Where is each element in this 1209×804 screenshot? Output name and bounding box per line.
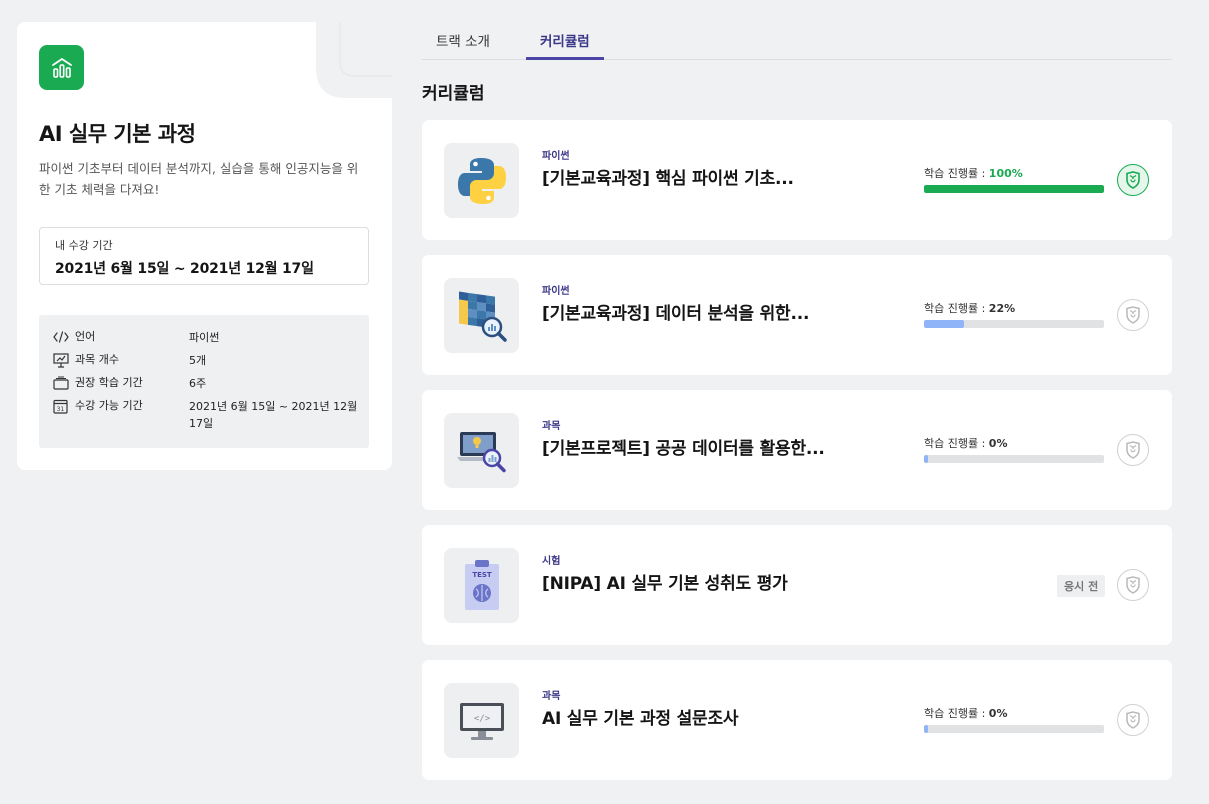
info-label: 수강 가능 기간 (75, 399, 143, 412)
progress-value: 100% (988, 167, 1023, 180)
course-type: 시험 (542, 556, 561, 567)
course-title[interactable]: [기본교육과정] 데이터 분석을 위한... (542, 299, 809, 324)
shield-icon (1117, 704, 1149, 736)
progress-bar (924, 725, 1104, 733)
presentation-icon (53, 352, 75, 368)
tab-track-intro[interactable]: 트랙 소개 (436, 30, 490, 60)
monitor-code-icon: </> (459, 702, 504, 740)
progress-prefix: 학습 진행률 : (924, 437, 989, 450)
calendar-stack-icon (53, 375, 75, 391)
svg-text:TEST: TEST (472, 571, 492, 579)
info-value: 6주 (189, 377, 207, 390)
course-thumbnail (444, 278, 519, 353)
exam-status-badge: 응시 전 (1057, 575, 1106, 597)
info-value: 5개 (189, 354, 207, 367)
course-type: 파이썬 (542, 286, 570, 297)
info-row-course-count: 과목 개수 5개 (53, 352, 369, 375)
course-type: 파이썬 (542, 151, 570, 162)
track-details: 언어 파이썬 과목 개수 5개 권장 학습 기간 6주 31 수강 가능 기간 … (39, 315, 369, 448)
shield-icon (1117, 434, 1149, 466)
course-card[interactable]: 과목 [기본프로젝트] 공공 데이터를 활용한... 학습 진행률 : 0% (422, 390, 1172, 510)
progress-value: 0% (988, 707, 1008, 720)
data-table-magnifier-icon (458, 291, 507, 342)
progress-prefix: 학습 진행률 : (924, 302, 989, 315)
monitor-idea-magnifier-icon (456, 431, 506, 472)
progress-label: 학습 진행률 : 0% (924, 705, 1007, 721)
progress-bar (924, 320, 1104, 328)
progress-fill (924, 185, 1104, 193)
bar-chart-house-icon (51, 57, 72, 78)
info-row-available-period: 31 수강 가능 기간 2021년 6월 15일 ~ 2021년 12월 17일 (53, 398, 369, 438)
course-thumbnail: TEST (444, 548, 519, 623)
progress-prefix: 학습 진행률 : (924, 167, 989, 180)
course-thumbnail (444, 413, 519, 488)
test-clipboard-icon: TEST (464, 559, 499, 610)
tab-bar: 트랙 소개 커리큘럼 (422, 22, 1172, 60)
svg-text:31: 31 (57, 406, 65, 413)
progress-bar (924, 185, 1104, 193)
course-title[interactable]: [기본프로젝트] 공공 데이터를 활용한... (542, 434, 825, 459)
progress-value: 0% (988, 437, 1008, 450)
course-thumbnail (444, 143, 519, 218)
track-title: AI 실무 기본 과정 (39, 122, 196, 146)
enrollment-period-box: 내 수강 기간 2021년 6월 15일 ~ 2021년 12월 17일 (39, 227, 369, 285)
code-icon (53, 329, 75, 345)
progress-fill (924, 455, 928, 463)
progress-fill (924, 320, 964, 328)
page-curl-decoration (316, 22, 392, 98)
course-title[interactable]: [NIPA] AI 실무 기본 성취도 평가 (542, 569, 788, 594)
course-title[interactable]: AI 실무 기본 과정 설문조사 (542, 704, 739, 729)
period-value: 2021년 6월 15일 ~ 2021년 12월 17일 (55, 261, 314, 277)
course-type: 과목 (542, 691, 561, 702)
tab-curriculum[interactable]: 커리큘럼 (526, 30, 604, 60)
course-card[interactable]: </> 과목 AI 실무 기본 과정 설문조사 학습 진행률 : 0% (422, 660, 1172, 780)
info-value: 파이썬 (189, 331, 220, 344)
progress-label: 학습 진행률 : 0% (924, 435, 1007, 451)
info-label: 언어 (75, 330, 96, 343)
period-label: 내 수강 기간 (55, 239, 113, 252)
course-type: 과목 (542, 421, 561, 432)
progress-fill (924, 725, 928, 733)
section-title: 커리큘럼 (422, 84, 485, 104)
track-description: 파이썬 기초부터 데이터 분석까지, 실습을 통해 인공지능을 위한 기초 체력… (39, 161, 359, 197)
track-logo (39, 45, 84, 90)
svg-text:</>: </> (473, 714, 490, 724)
shield-icon (1117, 299, 1149, 331)
progress-label: 학습 진행률 : 100% (924, 165, 1023, 181)
info-value: 2021년 6월 15일 ~ 2021년 12월 17일 (189, 400, 358, 430)
progress-bar (924, 455, 1104, 463)
progress-label: 학습 진행률 : 22% (924, 300, 1015, 316)
calendar-31-icon: 31 (53, 398, 75, 414)
course-card[interactable]: 파이썬 [기본교육과정] 데이터 분석을 위한... 학습 진행률 : 22% (422, 255, 1172, 375)
python-logo-icon (457, 157, 506, 204)
info-label: 과목 개수 (75, 353, 119, 366)
course-title[interactable]: [기본교육과정] 핵심 파이썬 기초... (542, 164, 794, 189)
course-thumbnail: </> (444, 683, 519, 758)
completed-shield-icon (1117, 164, 1149, 196)
progress-value: 22% (988, 302, 1016, 315)
progress-prefix: 학습 진행률 : (924, 707, 989, 720)
shield-icon (1117, 569, 1149, 601)
info-label: 권장 학습 기간 (75, 376, 143, 389)
info-row-language: 언어 파이썬 (53, 329, 369, 352)
course-card[interactable]: TEST 시험 [NIPA] AI 실무 기본 성취도 평가 응시 전 (422, 525, 1172, 645)
course-card[interactable]: 파이썬 [기본교육과정] 핵심 파이썬 기초... 학습 진행률 : 100% (422, 120, 1172, 240)
info-row-recommended-period: 권장 학습 기간 6주 (53, 375, 369, 398)
track-info-card: AI 실무 기본 과정 파이썬 기초부터 데이터 분석까지, 실습을 통해 인공… (17, 22, 392, 470)
